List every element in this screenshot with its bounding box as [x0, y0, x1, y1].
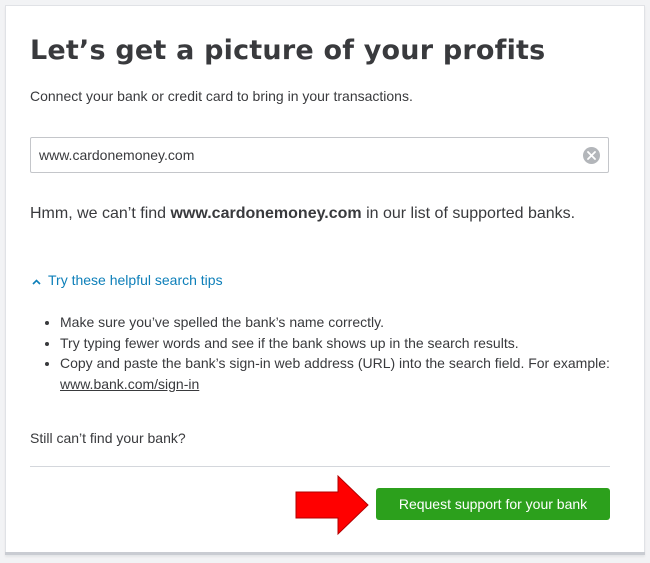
- not-found-prefix: Hmm, we can’t find: [30, 205, 171, 222]
- bank-search-field: [30, 137, 609, 173]
- page-title: Let’s get a picture of your profits: [30, 35, 546, 66]
- not-found-bank-name: www.cardonemoney.com: [170, 205, 362, 222]
- request-support-button[interactable]: Request support for your bank: [376, 488, 610, 520]
- example-url-link[interactable]: www.bank.com/sign-in: [60, 376, 199, 392]
- search-tip-text: Copy and paste the bank’s sign-in web ad…: [60, 355, 610, 371]
- divider: [30, 466, 610, 467]
- bank-search-input[interactable]: [39, 138, 579, 172]
- search-tips-toggle[interactable]: Try these helpful search tips: [30, 272, 223, 288]
- search-tip-item: Try typing fewer words and see if the ba…: [60, 333, 620, 354]
- red-arrow-annotation: [295, 474, 369, 536]
- page-subtitle: Connect your bank or credit card to brin…: [30, 88, 413, 104]
- still-cant-find-text: Still can’t find your bank?: [30, 430, 186, 446]
- card-bottom-border: [5, 552, 645, 555]
- search-tips-label: Try these helpful search tips: [48, 272, 223, 288]
- search-tips-list: Make sure you’ve spelled the bank’s name…: [30, 312, 620, 394]
- not-found-suffix: in our list of supported banks.: [361, 205, 576, 222]
- search-tip-item: Copy and paste the bank’s sign-in web ad…: [60, 353, 620, 394]
- clear-icon[interactable]: [583, 147, 600, 164]
- not-found-message: Hmm, we can’t find www.cardonemoney.com …: [30, 205, 575, 223]
- search-tip-item: Make sure you’ve spelled the bank’s name…: [60, 312, 620, 333]
- chevron-up-icon: [32, 272, 41, 288]
